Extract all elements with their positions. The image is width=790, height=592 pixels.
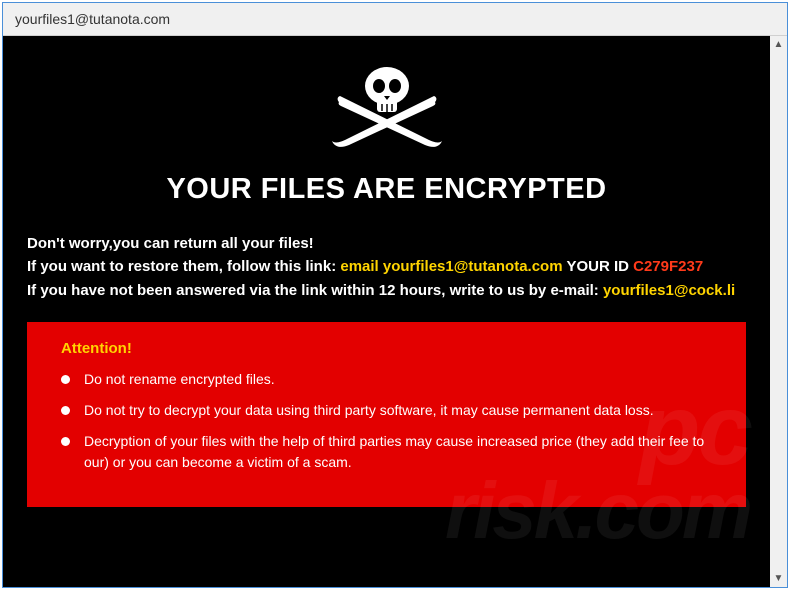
list-item: Decryption of your files with the help o… — [61, 431, 722, 473]
bullet-icon — [61, 437, 70, 446]
app-window: yourfiles1@tutanota.com YOUR FILES ARE — [2, 2, 788, 588]
list-item: Do not rename encrypted files. — [61, 369, 722, 390]
scroll-up-icon[interactable]: ▲ — [770, 36, 787, 53]
attention-title: Attention! — [61, 340, 722, 357]
vertical-scrollbar[interactable]: ▲ ▼ — [770, 36, 787, 587]
content-wrap: YOUR FILES ARE ENCRYPTED Don't worry,you… — [3, 36, 787, 587]
window-title: yourfiles1@tutanota.com — [15, 11, 170, 27]
line2-yourid-label: YOUR ID — [563, 258, 634, 275]
intro-line-2: If you want to restore them, follow this… — [27, 255, 746, 278]
bullet-icon — [61, 375, 70, 384]
headline: YOUR FILES ARE ENCRYPTED — [27, 173, 746, 206]
intro-line-3: If you have not been answered via the li… — [27, 279, 746, 302]
attention-box: Attention! Do not rename encrypted files… — [27, 322, 746, 507]
bullet-text: Decryption of your files with the help o… — [84, 431, 722, 473]
intro-line-1: Don't worry,you can return all your file… — [27, 232, 746, 255]
line2-pre: If you want to restore them, follow this… — [27, 258, 340, 275]
line3-pre: If you have not been answered via the li… — [27, 282, 603, 299]
bullet-text: Do not rename encrypted files. — [84, 369, 275, 390]
line2-email: email yourfiles1@tutanota.com — [340, 258, 562, 275]
line2-id: C279F237 — [633, 258, 703, 275]
line1-text: Don't worry,you can return all your file… — [27, 235, 314, 252]
skull-swords-icon — [327, 64, 447, 159]
bullet-text: Do not try to decrypt your data using th… — [84, 400, 654, 421]
titlebar[interactable]: yourfiles1@tutanota.com — [3, 3, 787, 36]
line3-email: yourfiles1@cock.li — [603, 282, 735, 299]
ransom-content: YOUR FILES ARE ENCRYPTED Don't worry,you… — [3, 36, 770, 587]
scroll-down-icon[interactable]: ▼ — [770, 570, 787, 587]
skull-logo — [27, 64, 746, 159]
list-item: Do not try to decrypt your data using th… — [61, 400, 722, 421]
bullet-icon — [61, 406, 70, 415]
